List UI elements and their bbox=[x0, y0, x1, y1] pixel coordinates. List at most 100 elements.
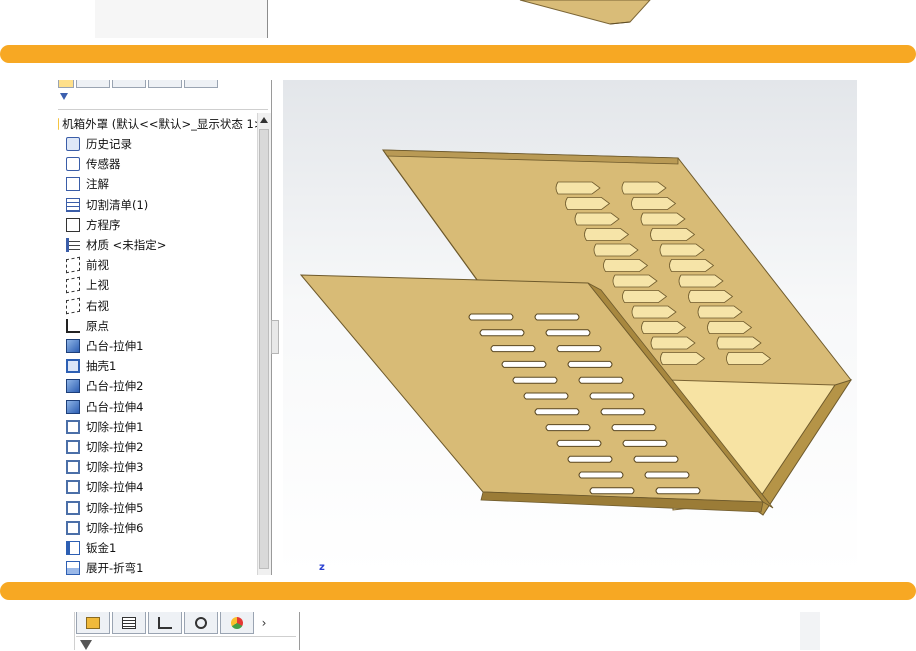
tab-configuration-manager[interactable] bbox=[112, 80, 146, 88]
tree-item[interactable]: 切除-拉伸6 bbox=[58, 518, 268, 538]
louver bbox=[697, 305, 743, 319]
tree-item[interactable]: 右视 bbox=[58, 296, 268, 316]
next-tab-configuration-manager[interactable] bbox=[148, 612, 182, 634]
tree-item-label: 切除-拉伸2 bbox=[86, 440, 144, 454]
louver bbox=[650, 336, 696, 350]
cut-list-icon bbox=[66, 197, 80, 212]
next-feature-manager-tabs: › bbox=[76, 612, 272, 636]
tree-item[interactable]: 注解 bbox=[58, 174, 268, 194]
property-manager-icon bbox=[122, 616, 136, 629]
tree-item-label: 注解 bbox=[86, 177, 109, 192]
tree-scrollbar[interactable] bbox=[257, 113, 271, 575]
tree-item[interactable]: 凸台-拉伸2 bbox=[58, 376, 268, 396]
louver bbox=[555, 181, 601, 195]
louver bbox=[565, 197, 611, 210]
vent-slot bbox=[578, 376, 624, 384]
tabs-overflow-chevron-icon[interactable]: › bbox=[256, 612, 272, 634]
tree-item-label: 钣金1 bbox=[86, 541, 117, 555]
tab-feature-tree[interactable] bbox=[58, 80, 74, 88]
tree-item[interactable]: 方程序 bbox=[58, 215, 268, 235]
louver bbox=[678, 274, 724, 288]
tree-item[interactable]: 凸台-拉伸4 bbox=[58, 397, 268, 417]
louver bbox=[650, 228, 696, 241]
tree-item[interactable]: 凸台-拉伸1 bbox=[58, 336, 268, 356]
vent-slot bbox=[578, 471, 624, 479]
tree-item[interactable]: 历史记录 bbox=[58, 134, 268, 154]
scroll-up-arrow[interactable] bbox=[260, 117, 268, 123]
sheet-metal-icon bbox=[66, 541, 80, 555]
configuration-icon bbox=[158, 616, 172, 629]
tree-item[interactable]: 材质 <未指定> bbox=[58, 235, 268, 255]
tree-root[interactable]: 机箱外罩 (默认<<默认>_显示状态 1>) bbox=[58, 114, 268, 134]
vent-slot bbox=[567, 455, 613, 463]
chassis-cover-model[interactable] bbox=[283, 80, 857, 575]
panel-splitter-handle[interactable] bbox=[271, 320, 279, 354]
tree-item-label: 切除-拉伸1 bbox=[86, 419, 144, 434]
vent-slot bbox=[479, 329, 525, 337]
tree-item[interactable]: 抽壳1 bbox=[58, 356, 268, 376]
vent-slot bbox=[534, 408, 580, 416]
vent-slot bbox=[567, 360, 613, 368]
louver bbox=[641, 321, 687, 334]
vent-slot bbox=[611, 424, 657, 432]
tree-item[interactable]: 切除-拉伸2 bbox=[58, 437, 268, 457]
louver bbox=[622, 290, 668, 303]
tree-item-label: 凸台-拉伸4 bbox=[86, 399, 144, 414]
tree-item[interactable]: 展开-折弯1 bbox=[58, 558, 268, 578]
louver bbox=[593, 243, 639, 257]
tree-item-label: 历史记录 bbox=[86, 137, 132, 151]
annotation-icon bbox=[66, 177, 80, 192]
feature-tree-icon bbox=[86, 616, 100, 629]
vent-slot bbox=[556, 439, 602, 447]
tab-display-manager[interactable] bbox=[184, 80, 218, 88]
vent-slot bbox=[655, 487, 701, 495]
tree-item[interactable]: 切除-拉伸3 bbox=[58, 457, 268, 477]
tree-item-label: 切除-拉伸4 bbox=[86, 480, 144, 495]
tree-item-label: 右视 bbox=[86, 298, 109, 313]
tree-item-label: 凸台-拉伸1 bbox=[86, 339, 144, 353]
tree-item[interactable]: 切割清单(1) bbox=[58, 195, 268, 215]
louver bbox=[603, 259, 649, 272]
vent-slot bbox=[523, 392, 569, 400]
tree-item[interactable]: 切除-拉伸4 bbox=[58, 477, 268, 497]
plane-icon bbox=[66, 256, 80, 274]
sensor-icon bbox=[66, 157, 80, 172]
display-manager-icon bbox=[231, 616, 243, 629]
next-tab-display-manager[interactable] bbox=[220, 612, 254, 634]
tab-property-manager[interactable] bbox=[76, 80, 110, 88]
louver bbox=[631, 305, 677, 319]
scroll-thumb[interactable] bbox=[259, 129, 269, 569]
tree-item[interactable]: 切除-拉伸5 bbox=[58, 498, 268, 518]
louver bbox=[631, 197, 677, 210]
next-tab-feature-tree[interactable] bbox=[76, 612, 110, 634]
tree-item[interactable]: 切除-拉伸1 bbox=[58, 417, 268, 437]
cut-extrude-icon bbox=[66, 440, 80, 454]
next-tab-dimxpert[interactable] bbox=[184, 612, 218, 634]
history-icon bbox=[66, 137, 80, 151]
plane-icon bbox=[66, 297, 80, 314]
louver bbox=[688, 290, 734, 303]
tree-item-label: 上视 bbox=[86, 278, 109, 293]
tab-dimxpert[interactable] bbox=[148, 80, 182, 88]
vent-slot bbox=[490, 345, 536, 353]
tree-item[interactable]: 前视 bbox=[58, 255, 268, 275]
vent-slot bbox=[534, 313, 580, 321]
next-filter-bar[interactable] bbox=[76, 636, 296, 651]
next-tab-property-manager[interactable] bbox=[112, 612, 146, 634]
tree-item-label: 原点 bbox=[86, 318, 109, 333]
tree-item[interactable]: 钣金1 bbox=[58, 538, 268, 558]
next-filter-icon[interactable] bbox=[80, 640, 92, 650]
tree-item[interactable]: 上视 bbox=[58, 275, 268, 295]
tree-item[interactable]: 传感器 bbox=[58, 154, 268, 174]
louver bbox=[659, 243, 705, 257]
filter-icon[interactable] bbox=[60, 93, 68, 100]
tree-item-label: 材质 <未指定> bbox=[86, 238, 167, 252]
tree-item[interactable]: 原点 bbox=[58, 316, 268, 336]
prev-model-fragment bbox=[519, 0, 651, 25]
cut-extrude-icon bbox=[66, 480, 80, 495]
louver bbox=[574, 212, 620, 226]
vent-slot bbox=[545, 329, 591, 337]
vent-slot bbox=[589, 487, 635, 495]
filter-bar[interactable] bbox=[58, 89, 268, 110]
vent-slot bbox=[545, 424, 591, 432]
